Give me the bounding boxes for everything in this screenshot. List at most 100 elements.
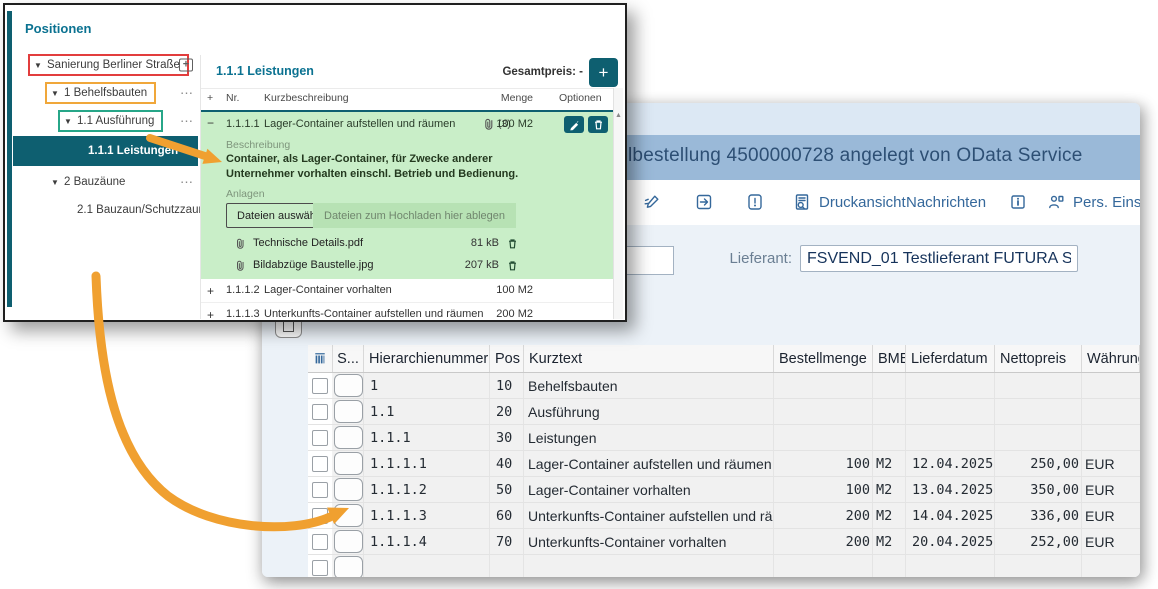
row-detail-button[interactable]	[334, 504, 363, 527]
row-detail-button[interactable]	[334, 530, 363, 553]
personal-settings-label: Pers. Einst	[1073, 194, 1140, 211]
row-checkbox[interactable]	[312, 404, 328, 420]
row-checkbox[interactable]	[312, 456, 328, 472]
cell-lieferdatum	[906, 399, 995, 424]
detail-row-list: + 1.1.1.2 Lager-Container vorhalten 100 …	[201, 279, 613, 322]
trash-icon	[506, 237, 519, 250]
cell-kurztext: Leistungen	[524, 425, 774, 450]
col-header-waehrung[interactable]: Währung	[1082, 345, 1140, 372]
cell-nettopreis: 350,00	[995, 477, 1082, 502]
cell-kurztext: Lager-Container vorhalten	[524, 477, 774, 502]
item-number: 1.1.1.1	[226, 118, 260, 130]
cell-hierarchienummer: 1.1.1	[364, 425, 490, 450]
other-document-button[interactable]	[694, 180, 714, 224]
more-actions-button[interactable]: ⋯	[180, 87, 193, 100]
table-corner-cell[interactable]	[308, 345, 333, 372]
row-detail-button[interactable]	[334, 374, 363, 397]
personal-settings-icon	[1046, 192, 1066, 212]
delete-file-button[interactable]	[506, 259, 519, 272]
tree-item[interactable]: ▼ 2 Bauzäune ⋯	[13, 169, 198, 195]
more-actions-button[interactable]: ⋯	[180, 176, 193, 189]
tree-item[interactable]: ▼ Sanierung Berliner Straße +	[13, 52, 198, 78]
tree-item-box: ▼ 2 Bauzäune	[45, 171, 134, 193]
tree-item-box: ▼ 1.1 Ausführung	[58, 110, 163, 132]
info-button[interactable]	[1008, 180, 1028, 224]
file-name[interactable]: Bildabzüge Baustelle.jpg	[253, 259, 373, 271]
cell-pos: 60	[490, 503, 524, 528]
item-quantity: 200 M2	[496, 308, 533, 320]
detail-scrollbar[interactable]: ▲	[613, 88, 623, 319]
row-select-cell	[308, 555, 333, 577]
col-header-bme[interactable]: BME	[873, 345, 906, 372]
caret-down-icon[interactable]: ▼	[50, 178, 60, 187]
row-detail-button[interactable]	[334, 556, 363, 577]
cell-bme	[873, 373, 906, 398]
caret-down-icon[interactable]: ▼	[50, 89, 60, 98]
row-button-cell	[333, 529, 364, 554]
file-dropzone[interactable]: Dateien zum Hochladen hier ablegen	[313, 203, 516, 228]
screenshot-stage: lbestellung 4500000728 angelegt von ODat…	[0, 0, 1158, 589]
tree-item[interactable]: ▼ 1.1.1 Leistungen ⋯	[13, 136, 198, 166]
cell-bme	[873, 399, 906, 424]
tree-item[interactable]: ▼ 1 Behelfsbauten ⋯	[13, 80, 198, 106]
tree-item[interactable]: ▼ 2.1 Bauzaun/Schutzzaun ⋯	[13, 197, 198, 223]
cell-bme: M2	[873, 477, 906, 502]
item-quantity: 100 M2	[496, 284, 533, 296]
row-detail-button[interactable]	[334, 400, 363, 423]
tree-item[interactable]: ▼ 1.1 Ausführung ⋯	[13, 108, 198, 134]
delete-file-button[interactable]	[506, 237, 519, 250]
edit-item-button[interactable]	[564, 116, 584, 133]
cell-kurztext: Behelfsbauten	[524, 373, 774, 398]
row-checkbox[interactable]	[312, 560, 328, 576]
file-name[interactable]: Technische Details.pdf	[253, 237, 363, 249]
tree-item-label: 1.1 Ausführung	[77, 115, 154, 127]
tree-item-box: ▼ 1.1.1 Leistungen	[88, 145, 178, 157]
detail-header: 1.1.1 Leistungen Gesamtpreis: - +	[201, 55, 623, 89]
row-checkbox[interactable]	[312, 508, 328, 524]
add-item-button[interactable]: +	[589, 58, 618, 87]
caret-down-icon[interactable]: ▼	[63, 117, 73, 126]
messages-button[interactable]: Nachrichten	[906, 180, 986, 224]
col-header-lieferdatum[interactable]: Lieferdatum	[906, 345, 995, 372]
col-expand: +	[207, 92, 213, 104]
supplier-input[interactable]	[800, 245, 1078, 272]
expand-row-toggle[interactable]: +	[207, 284, 214, 298]
cell-pos: 20	[490, 399, 524, 424]
col-optionen: Optionen	[559, 92, 602, 104]
cell-kurztext: Ausführung	[524, 399, 774, 424]
table-row: 1.1.1 30 Leistungen	[308, 425, 1140, 451]
row-checkbox[interactable]	[312, 482, 328, 498]
more-actions-button[interactable]: ⋯	[180, 115, 193, 128]
print-preview-button[interactable]: Druckansicht	[792, 180, 906, 224]
delete-item-button[interactable]	[588, 116, 608, 133]
display-change-button[interactable]	[642, 180, 662, 224]
col-header-pos[interactable]: Pos	[490, 345, 524, 372]
row-select-cell	[308, 503, 333, 528]
add-node-button[interactable]: +	[179, 59, 193, 72]
col-header-hierarchienummer[interactable]: Hierarchienummer	[364, 345, 490, 372]
expand-row-toggle[interactable]: +	[207, 308, 214, 322]
cell-lieferdatum: 20.04.2025	[906, 529, 995, 554]
col-header-bestellmenge[interactable]: Bestellmenge	[774, 345, 873, 372]
caret-down-icon[interactable]: ▼	[33, 61, 43, 70]
col-header-nettopreis[interactable]: Nettopreis	[995, 345, 1082, 372]
col-header-kurztext[interactable]: Kurztext	[524, 345, 774, 372]
row-checkbox[interactable]	[312, 534, 328, 550]
cell-nettopreis	[995, 373, 1082, 398]
messages-icon-button[interactable]	[745, 180, 765, 224]
items-table: S... Hierarchienummer Pos Kurztext Beste…	[308, 345, 1140, 577]
col-header-s[interactable]: S...	[333, 345, 364, 372]
row-detail-button[interactable]	[334, 426, 363, 449]
more-actions-button[interactable]: ⋯	[180, 145, 193, 158]
more-actions-button[interactable]: ⋯	[180, 204, 193, 217]
row-detail-button[interactable]	[334, 452, 363, 475]
row-select-cell	[308, 477, 333, 502]
personal-settings-button[interactable]: Pers. Einst	[1046, 180, 1140, 224]
collapse-row-toggle[interactable]: −	[207, 116, 214, 130]
row-detail-button[interactable]	[334, 478, 363, 501]
tree-item-label: 1.1.1 Leistungen	[88, 145, 178, 157]
row-checkbox[interactable]	[312, 430, 328, 446]
scroll-up-icon[interactable]: ▲	[615, 112, 622, 119]
col-kurzbeschreibung: Kurzbeschreibung	[264, 92, 349, 104]
row-checkbox[interactable]	[312, 378, 328, 394]
